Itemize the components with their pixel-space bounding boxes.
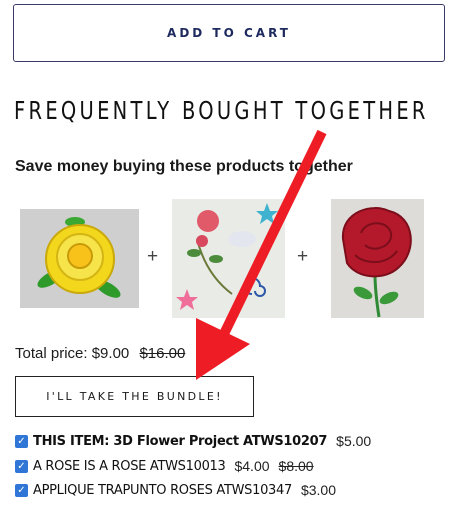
total-price-original: $16.00 [139,345,186,362]
item-price: $3.00 [300,482,337,498]
item-name: A ROSE IS A ROSE ATWS10013 [33,458,226,474]
product-image-3d-flower[interactable] [20,209,139,308]
plus-sign: + [147,246,159,267]
section-subtitle: Save money buying these products togethe… [15,158,353,175]
total-price-value: $9.00 [91,345,130,362]
bundle-item: ✓ THIS ITEM: 3D Flower Project ATWS10207… [15,433,371,449]
item-checkbox[interactable]: ✓ [15,483,28,497]
bundle-item: ✓ A ROSE IS A ROSE ATWS10013 $4.00 $8.00 [15,458,314,474]
flower-illustration [37,217,121,298]
product-image-a-rose-is-a-rose[interactable] [172,199,285,318]
checkmark-icon: ✓ [17,460,26,472]
checkmark-icon: ✓ [17,435,26,447]
checkmark-icon: ✓ [17,484,26,496]
total-price: Total price: $9.00 $16.00 [15,345,185,362]
item-checkbox[interactable]: ✓ [15,434,28,448]
embroidery-illustration [176,203,278,310]
section-title: FREQUENTLY BOUGHT TOGETHER [14,96,429,125]
item-checkbox[interactable]: ✓ [15,459,28,473]
rose-illustration [341,207,412,318]
take-bundle-button[interactable]: I'LL TAKE THE BUNDLE! [15,376,254,417]
add-to-cart-button[interactable]: ADD TO CART [13,4,445,62]
item-original-price: $8.00 [278,458,314,474]
item-name: THIS ITEM: 3D Flower Project ATWS10207 [33,433,328,449]
item-price: $4.00 [234,458,270,474]
item-price: $5.00 [336,433,372,449]
bundle-item: ✓ APPLIQUE TRAPUNTO ROSES ATWS10347 $3.0… [15,482,336,498]
total-price-label: Total price: [15,345,88,362]
item-name: APPLIQUE TRAPUNTO ROSES ATWS10347 [33,482,292,498]
product-image-applique-rose[interactable] [331,199,424,318]
plus-sign: + [297,246,309,267]
